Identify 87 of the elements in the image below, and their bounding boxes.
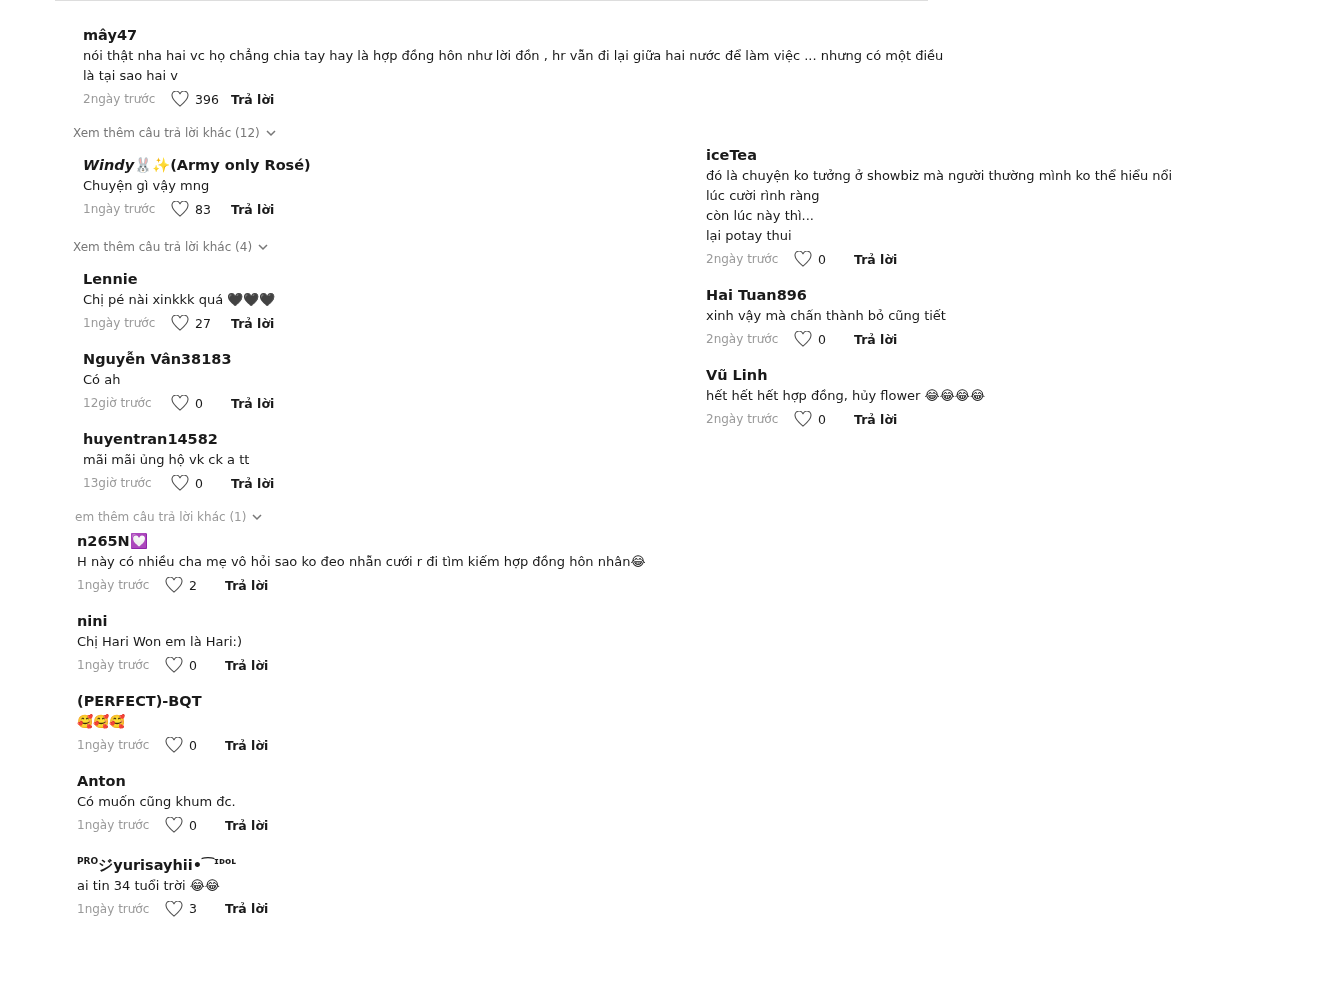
comment-text: lại potay thui [706,227,792,245]
more-replies-link[interactable]: Xem thêm câu trả lời khác (4) [0,239,633,255]
chevron-down-icon [265,129,276,137]
like-count: 0 [189,657,197,673]
comment-text: Chị pé nài xinkkk quá 🖤🖤🖤 [83,291,276,309]
comment-text: Có ah [83,371,121,389]
timestamp: 2ngày trước [706,252,780,266]
comment-text: H này có nhiều cha mẹ vô hỏi sao ko đeo nhẫn cưới r đi tìm kiếm hợp đồng hôn nhân😂 [77,553,646,571]
user-name[interactable]: Windy🐰✨(Army only Rosé) [83,155,311,176]
comment-text: nói thật nha hai vc họ chẳng chia tay hay là hợp đồng hôn như lời đồn , hr vẫn đi lại giữa hai nước để làm việc ... nhưng có một điều [83,47,944,65]
reply-button[interactable]: Trả lời [225,657,269,673]
comment-text: Chị Hari Won em là Hari:) [77,633,242,651]
timestamp: 1ngày trước [77,578,151,592]
reply-button[interactable]: Trả lời [231,395,275,411]
timestamp: 1ngày trước [83,202,157,216]
reply-button[interactable]: Trả lời [231,201,275,217]
user-name[interactable]: Hai Tuan896 [706,285,807,306]
user-name[interactable]: Anton [77,771,126,792]
user-name[interactable]: Nguyễn Vân38183 [83,349,232,370]
heart-icon[interactable] [165,657,183,673]
timestamp: 1ngày trước [77,901,151,916]
heart-icon[interactable] [794,331,812,347]
heart-icon[interactable] [794,251,812,267]
heart-icon[interactable] [165,900,183,917]
comment-text: lúc cười rình ràng [706,187,820,205]
timestamp: 13giờ trước [83,476,153,490]
timestamp: 1ngày trước [83,316,157,330]
comment-text: ai tin 34 tuổi trời 😂😂 [77,876,221,895]
like-count: 396 [195,91,219,107]
comment-text: hết hết hết hợp đồng, hủy flower 😂😂😂😂 [706,387,986,405]
like-count: 27 [195,315,211,331]
reply-button[interactable]: Trả lời [854,411,898,427]
like-count: 0 [818,411,826,427]
reply-button[interactable]: Trả lời [854,251,898,267]
user-name[interactable]: nini [77,611,108,632]
reply-button[interactable]: Trả lời [231,315,275,331]
heart-icon[interactable] [165,577,183,593]
comment-text: Chuyện gì vậy mng [83,177,210,195]
timestamp: 1ngày trước [77,818,151,832]
comment-text: xinh vậy mà chấn thành bỏ cũng tiết [706,307,946,325]
like-count: 0 [195,475,203,491]
comment-text: còn lúc này thì... [706,207,814,225]
more-replies-link[interactable]: Xem thêm câu trả lời khác (12) [0,125,282,141]
user-name[interactable]: $^{PRO}$ジyurisayhii•⁀$^{ɪᴅᴏʟ}$ [77,851,237,876]
heart-icon[interactable] [171,201,189,217]
user-name[interactable]: huyentran14582 [83,429,218,450]
reply-button[interactable]: Trả lời [225,901,269,917]
heart-icon[interactable] [794,411,812,427]
chevron-down-icon [258,243,269,251]
reply-button[interactable]: Trả lời [225,817,269,833]
reply-button[interactable]: Trả lời [225,577,269,593]
comment-text: mãi mãi ủng hộ vk ck a tt [83,451,250,469]
user-name[interactable]: (PERFECT)-BQT [77,691,202,712]
like-count: 0 [195,395,203,411]
like-count: 0 [189,817,197,833]
reply-button[interactable]: Trả lời [231,91,275,107]
comment-text: Có muốn cũng khum đc. [77,793,236,811]
heart-icon[interactable] [171,395,189,411]
heart-icon[interactable] [165,737,183,753]
like-count: 83 [195,201,211,217]
like-count: 0 [189,737,197,753]
user-name[interactable]: iceTea [706,145,757,166]
like-count: 3 [189,901,197,917]
timestamp: 2ngày trước [706,412,780,426]
reply-button[interactable]: Trả lời [231,475,275,491]
timestamp: 1ngày trước [77,738,151,752]
heart-icon[interactable] [171,475,189,491]
like-count: 0 [818,251,826,267]
timestamp: 12giờ trước [83,396,153,410]
user-name[interactable]: n265N💟 [77,531,148,552]
heart-icon[interactable] [165,817,183,833]
timestamp: 2ngày trước [706,332,780,346]
reply-button[interactable]: Trả lời [225,737,269,753]
like-count: 2 [189,577,197,593]
timestamp: 2ngày trước [83,92,157,106]
like-count: 0 [818,331,826,347]
user-name[interactable]: Vũ Linh [706,365,768,386]
comment-text: đó là chuyện ko tưởng ở showbiz mà người thường mình ko thể hiểu nổi [706,167,1173,185]
reply-button[interactable]: Trả lời [854,331,898,347]
timestamp: 1ngày trước [77,658,151,672]
user-name[interactable]: Lennie [83,269,138,290]
heart-icon[interactable] [171,315,189,331]
user-name[interactable]: mây47 [83,25,138,46]
chevron-down-icon [252,513,263,521]
comment-text: là tại sao hai v [83,67,178,85]
heart-icon[interactable] [171,91,189,107]
comment-text: 🥰🥰🥰 [77,713,125,731]
